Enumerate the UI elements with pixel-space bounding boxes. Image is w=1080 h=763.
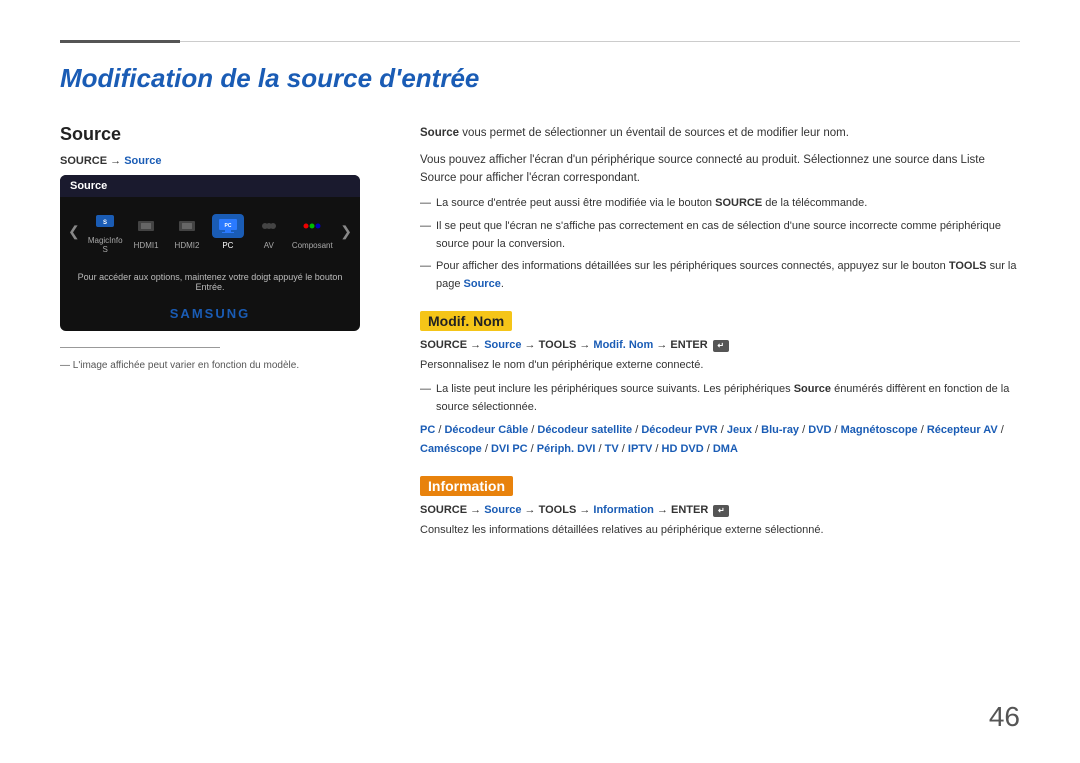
right-arrow-icon: ❯ bbox=[336, 223, 356, 240]
bullet-3: Pour afficher des informations détaillée… bbox=[420, 258, 1020, 293]
right-column: Source vous permet de sélectionner un év… bbox=[420, 124, 1020, 723]
nav-source-link: Source bbox=[484, 339, 521, 351]
source-blue-link: Source bbox=[464, 278, 501, 290]
enter-icon-1: ↵ bbox=[713, 340, 729, 352]
tv-header: Source bbox=[60, 175, 360, 197]
device-pc: PC bbox=[420, 424, 435, 436]
information-section: Information SOURCE → Source → TOOLS → In… bbox=[420, 476, 1020, 540]
tv-icon-hdmi1: HDMI1 bbox=[127, 210, 166, 254]
top-line-dark bbox=[60, 40, 180, 43]
device-periph-dvi: Périph. DVI bbox=[537, 443, 596, 455]
source-bold-1: SOURCE bbox=[715, 197, 762, 209]
page-number: 46 bbox=[989, 701, 1020, 733]
top-line-light bbox=[180, 41, 1020, 42]
tv-icon-label-composant: Composant bbox=[292, 241, 333, 250]
info-nav-info-link: Information bbox=[593, 504, 654, 516]
samsung-logo: SAMSUNG bbox=[60, 300, 360, 331]
device-dvd: DVD bbox=[808, 424, 831, 436]
magicinfo-icon: S bbox=[89, 209, 121, 233]
bullet-2: Il se peut que l'écran ne s'affiche pas … bbox=[420, 218, 1020, 253]
info-nav-source: SOURCE → bbox=[420, 504, 484, 516]
tv-icon-label-hdmi2: HDMI2 bbox=[175, 241, 200, 250]
device-iptv: IPTV bbox=[628, 443, 652, 455]
information-title: Information bbox=[420, 476, 513, 496]
source-nav: SOURCE → Source bbox=[60, 155, 380, 167]
source-nav-label: SOURCE → bbox=[60, 155, 124, 167]
information-nav: SOURCE → Source → TOOLS → Information → … bbox=[420, 504, 1020, 517]
tv-icon-hdmi2: HDMI2 bbox=[168, 210, 207, 254]
modif-nom-nav: SOURCE → Source → TOOLS → Modif. Nom → E… bbox=[420, 339, 1020, 352]
device-camescope: Caméscope bbox=[420, 443, 482, 455]
device-recepteur-av: Récepteur AV bbox=[927, 424, 998, 436]
source-nav-link: Source bbox=[124, 155, 161, 167]
tv-source-label: Source bbox=[70, 180, 107, 192]
page-title: Modification de la source d'entrée bbox=[60, 63, 1020, 94]
tv-caption: Pour accéder aux options, maintenez votr… bbox=[60, 266, 360, 300]
composant-icon bbox=[296, 214, 328, 238]
device-hd-dvd: HD DVD bbox=[662, 443, 704, 455]
tv-icon-pc: PC PC bbox=[208, 210, 247, 254]
device-tv: TV bbox=[605, 443, 619, 455]
device-decodeur-pvr: Décodeur PVR bbox=[641, 424, 717, 436]
right-intro-1: Source vous permet de sélectionner un év… bbox=[420, 124, 1020, 142]
modif-nom-section: Modif. Nom SOURCE → Source → TOOLS → Mod… bbox=[420, 311, 1020, 458]
tv-icon-label-hdmi1: HDMI1 bbox=[134, 241, 159, 250]
nav-tools: → TOOLS → bbox=[521, 339, 593, 351]
info-nav-tools: → TOOLS → bbox=[521, 504, 593, 516]
nav-modif-link: Modif. Nom bbox=[593, 339, 653, 351]
tv-icon-av: AV bbox=[249, 210, 288, 254]
information-desc: Consultez les informations détaillées re… bbox=[420, 522, 1020, 540]
device-decodeur-cable: Décodeur Câble bbox=[444, 424, 528, 436]
tv-mockup: Source ❮ S MagicInfo S bbox=[60, 175, 360, 331]
tv-icon-label-pc: PC bbox=[222, 241, 233, 250]
section-heading-source: Source bbox=[60, 124, 380, 145]
info-nav-enter: → ENTER bbox=[654, 504, 711, 516]
av-icon bbox=[253, 214, 285, 238]
tv-icon-composant: Composant bbox=[290, 210, 334, 254]
devices-list: PC / Décodeur Câble / Décodeur satellite… bbox=[420, 421, 1020, 458]
bullet-1: La source d'entrée peut aussi être modif… bbox=[420, 195, 1020, 213]
page-container: Modification de la source d'entrée Sourc… bbox=[0, 0, 1080, 763]
tv-icon-label-magicinfo: MagicInfo S bbox=[88, 236, 123, 254]
device-jeux: Jeux bbox=[727, 424, 752, 436]
device-decodeur-sat: Décodeur satellite bbox=[537, 424, 632, 436]
nav-source-bold: SOURCE → bbox=[420, 339, 484, 351]
hdmi2-icon bbox=[171, 214, 203, 238]
tv-icon-magicinfo: S MagicInfo S bbox=[86, 205, 125, 258]
modif-nom-title: Modif. Nom bbox=[420, 311, 512, 331]
device-magnetoscope: Magnétoscope bbox=[841, 424, 918, 436]
left-footnote: L'image affichée peut varier en fonction… bbox=[60, 360, 380, 371]
tv-icons-row: ❮ S MagicInfo S bbox=[60, 197, 360, 266]
nav-enter: → ENTER bbox=[653, 339, 710, 351]
main-content: Source SOURCE → Source Source ❮ bbox=[60, 124, 1020, 723]
svg-text:PC: PC bbox=[224, 223, 231, 229]
device-dma: DMA bbox=[713, 443, 738, 455]
enter-icon-2: ↵ bbox=[713, 505, 729, 517]
pc-icon: PC bbox=[212, 214, 244, 238]
source-bold: Source bbox=[420, 127, 459, 139]
info-nav-source-link: Source bbox=[484, 504, 521, 516]
source-bold-modif: Source bbox=[794, 383, 831, 395]
tools-bold: TOOLS bbox=[949, 260, 987, 272]
device-bluray: Blu-ray bbox=[761, 424, 799, 436]
svg-text:S: S bbox=[103, 220, 107, 226]
intro-text-1: vous permet de sélectionner un éventail … bbox=[459, 127, 849, 139]
tv-icon-label-av: AV bbox=[264, 241, 274, 250]
left-divider bbox=[60, 347, 220, 348]
hdmi1-icon bbox=[130, 214, 162, 238]
left-arrow-icon: ❮ bbox=[64, 223, 84, 240]
modif-nom-desc: Personnalisez le nom d'un périphérique e… bbox=[420, 357, 1020, 375]
left-column: Source SOURCE → Source Source ❮ bbox=[60, 124, 380, 723]
top-decorative-lines bbox=[60, 40, 1020, 43]
right-intro-2: Vous pouvez afficher l'écran d'un périph… bbox=[420, 151, 1020, 188]
device-dvi-pc: DVI PC bbox=[491, 443, 528, 455]
modif-nom-bullet: La liste peut inclure les périphériques … bbox=[420, 381, 1020, 416]
